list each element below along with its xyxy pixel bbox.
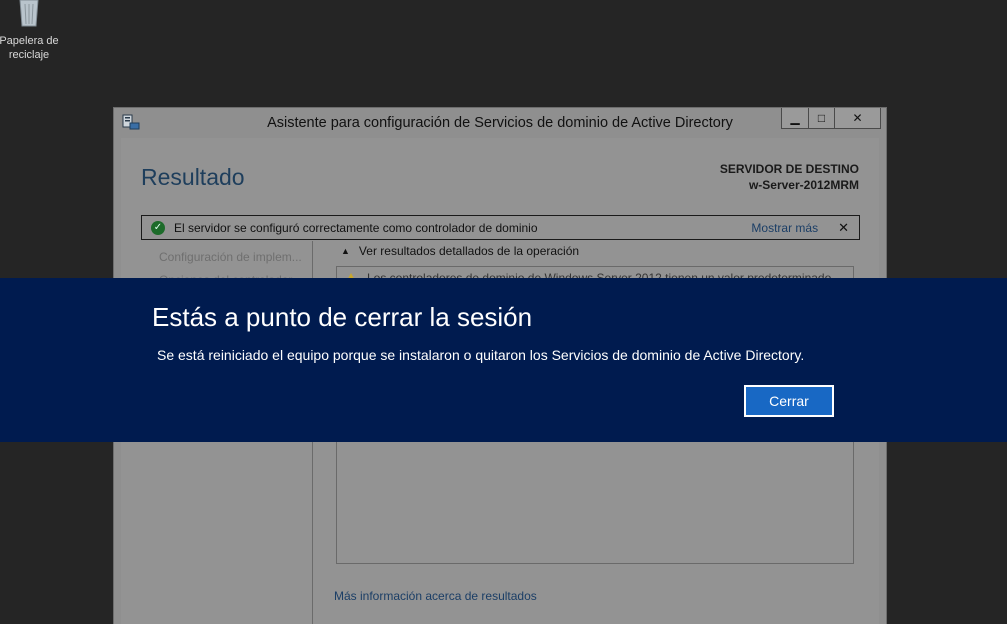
- check-icon: ✓: [151, 220, 165, 235]
- window-controls: ▁ □ ✕: [781, 108, 881, 129]
- detail-toggle[interactable]: ▲ Ver resultados detallados de la operac…: [341, 244, 579, 258]
- window-title: Asistente para configuración de Servicio…: [267, 115, 733, 131]
- title-bar[interactable]: Asistente para configuración de Servicio…: [114, 108, 886, 138]
- notice-text: El servidor se configuró correctamente c…: [174, 220, 538, 235]
- nav-item-deployment-config[interactable]: Configuración de implem...: [159, 246, 302, 269]
- signout-banner: Estás a punto de cerrar la sesión Se est…: [0, 278, 1007, 442]
- recycle-bin-label-line2: reciclaje: [8, 49, 50, 61]
- minimize-button[interactable]: ▁: [781, 108, 809, 129]
- recycle-bin-label-line1: Papelera de: [0, 35, 59, 47]
- close-window-button[interactable]: ✕: [835, 108, 881, 129]
- banner-title: Estás a punto de cerrar la sesión: [152, 302, 533, 332]
- page-title: Resultado: [141, 164, 245, 190]
- show-more-link[interactable]: Mostrar más: [751, 221, 818, 235]
- banner-message: Se está reiniciado el equipo porque se i…: [157, 347, 805, 363]
- destination-server: SERVIDOR DE DESTINO w-Server-2012MRM: [720, 161, 859, 193]
- recycle-bin[interactable]: Papelera de reciclaje: [0, 0, 64, 62]
- recycle-bin-icon: [14, 0, 44, 28]
- destination-server-name: w-Server-2012MRM: [748, 178, 859, 192]
- notice-close-icon[interactable]: ✕: [838, 220, 849, 236]
- success-notice: ✓ El servidor se configuró correctamente…: [141, 215, 860, 240]
- more-info-link[interactable]: Más información acerca de resultados: [334, 589, 537, 603]
- destination-label: SERVIDOR DE DESTINO: [719, 162, 859, 176]
- detail-toggle-label: Ver resultados detallados de la operació…: [358, 244, 580, 258]
- close-button[interactable]: Cerrar: [744, 385, 834, 417]
- maximize-button[interactable]: □: [809, 108, 835, 129]
- chevron-up-icon: ▲: [341, 246, 350, 256]
